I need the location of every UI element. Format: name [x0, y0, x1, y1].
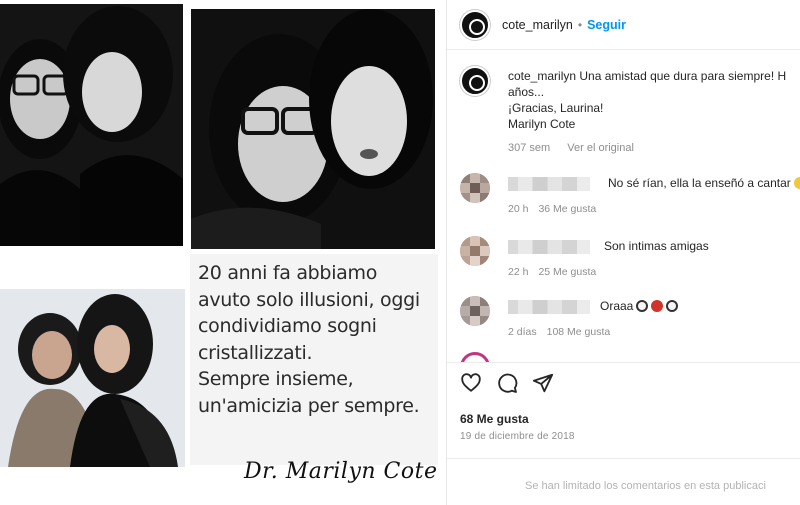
comment-age: 22 h [508, 266, 529, 278]
comments-limited-notice: Se han limitado los comentarios en esta … [525, 480, 766, 492]
comment-likes[interactable]: 36 Me gusta [538, 203, 596, 215]
comment-meta: 20 h 36 Me gusta [508, 203, 596, 215]
comment-meta: 22 h 25 Me gusta [508, 266, 596, 278]
heart-icon[interactable] [460, 372, 482, 394]
photo-collage: 20 anni fa abbiamo avuto solo illusioni,… [0, 0, 445, 505]
comment-age: 20 h [508, 203, 529, 215]
post-actions [460, 372, 554, 394]
caption-line-3: ¡Gracias, Laurina! [508, 101, 604, 115]
eye-emoji-icon [636, 300, 649, 312]
avatar[interactable] [460, 9, 490, 40]
caption-line-4: Marilyn Cote [508, 117, 576, 131]
separator-dot: • [577, 17, 583, 32]
comment-meta: 2 días 108 Me gusta [508, 326, 610, 338]
actions-divider [447, 362, 800, 363]
caption-text: cote_marilyn Una amistad que dura para s… [508, 68, 800, 132]
quote-line: un'amicizia per sempre. [198, 394, 420, 417]
comment-icon[interactable] [496, 372, 518, 394]
comment-item: Oraaa 2 días 108 Me gusta [460, 296, 800, 344]
comment-item: Son intimas amigas 22 h 25 Me gusta [460, 236, 800, 284]
share-icon[interactable] [532, 372, 554, 394]
quote-line: 20 anni fa abbiamo [198, 262, 378, 284]
comment-text: Oraaa [600, 299, 679, 313]
post-header: cote_marilyn • Seguir [447, 0, 800, 50]
caption-line-1: Una amistad que dura para siempre! H [579, 69, 787, 83]
caption-avatar[interactable] [460, 66, 490, 96]
quote-card: 20 anni fa abbiamo avuto solo illusioni,… [190, 254, 438, 465]
post-date: 19 de diciembre de 2018 [460, 431, 575, 442]
next-comment-avatar-partial [460, 352, 490, 362]
quote-line: cristallizzati. [198, 341, 313, 364]
photo-bottom-left [0, 289, 185, 467]
photo-top-right [191, 9, 435, 249]
comment-likes[interactable]: 108 Me gusta [547, 326, 611, 338]
follow-button[interactable]: Seguir [587, 18, 626, 32]
commenter-avatar[interactable] [460, 173, 490, 203]
caption-username[interactable]: cote_marilyn [508, 69, 576, 83]
caption-line-2: años... [508, 85, 545, 99]
commenter-avatar[interactable] [460, 296, 490, 326]
comment-text: Son intimas amigas [604, 239, 709, 253]
instagram-post-panel: cote_marilyn • Seguir cote_marilyn Una a… [446, 0, 800, 505]
comment-likes[interactable]: 25 Me gusta [538, 266, 596, 278]
photo-top-left [0, 4, 183, 246]
commenter-name-blurred[interactable] [508, 240, 590, 254]
caption-meta: 307 sem Ver el original [508, 142, 634, 154]
signature: Dr. Marilyn Cote [244, 459, 438, 484]
post-username[interactable]: cote_marilyn [502, 18, 573, 32]
eye-emoji-icon [666, 300, 679, 312]
caption-age: 307 sem [508, 142, 551, 154]
see-original-link[interactable]: Ver el original [567, 142, 634, 154]
comments-divider [447, 458, 800, 459]
comment-age: 2 días [508, 326, 537, 338]
commenter-name-blurred[interactable] [508, 300, 590, 314]
comment-item: No sé rían, ella la enseñó a cantar 20 h… [460, 173, 800, 221]
comment-text: No sé rían, ella la enseñó a cantar [608, 176, 800, 190]
quote-line: Sempre insieme, [198, 368, 354, 390]
commenter-avatar[interactable] [460, 236, 490, 266]
quote-line: avuto solo illusioni, oggi [198, 288, 420, 311]
quote-line: condividiamo sogni [198, 315, 377, 337]
lips-emoji-icon [651, 300, 664, 312]
commenter-name-blurred[interactable] [508, 177, 590, 191]
laughing-emoji-icon [793, 177, 800, 189]
likes-count[interactable]: 68 Me gusta [460, 412, 529, 426]
